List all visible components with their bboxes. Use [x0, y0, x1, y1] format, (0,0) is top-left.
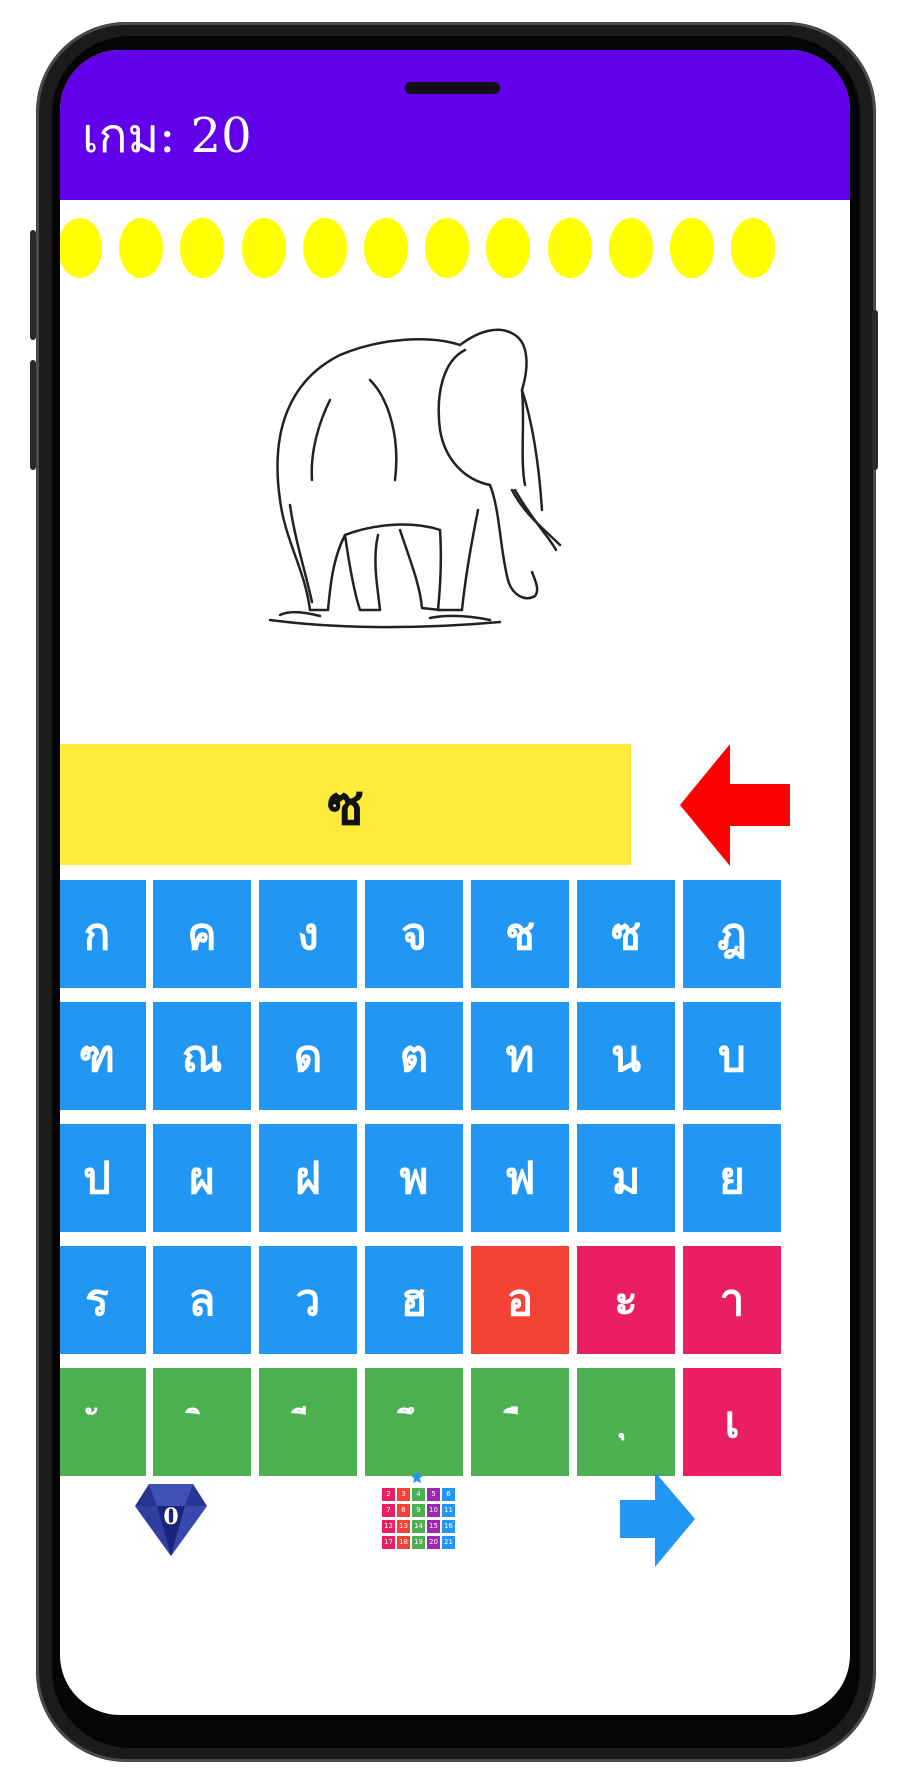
phone-notch: [405, 82, 500, 94]
level-cell: 15: [427, 1520, 440, 1533]
key-letter[interactable]: ณ: [153, 1002, 251, 1110]
level-cell: 12: [382, 1520, 395, 1533]
key-letter[interactable]: ก: [60, 880, 146, 988]
level-cell: 6: [442, 1488, 455, 1501]
key-letter[interactable]: ย: [683, 1124, 781, 1232]
back-arrow-icon[interactable]: [680, 744, 790, 866]
progress-dot: [119, 218, 164, 278]
key-letter[interactable]: ร: [60, 1246, 146, 1354]
key-letter[interactable]: จ: [365, 880, 463, 988]
key-letter[interactable]: ค: [153, 880, 251, 988]
progress-dot: [670, 218, 714, 278]
level-cell: 21: [442, 1536, 455, 1549]
progress-dot: [180, 218, 225, 278]
key-letter[interactable]: บ: [683, 1002, 781, 1110]
key-letter[interactable]: ิ: [153, 1368, 251, 1476]
elephant-picture: [268, 328, 562, 629]
level-cell: 18: [397, 1536, 410, 1549]
gem-button[interactable]: 0: [135, 1478, 207, 1556]
gem-count: 0: [163, 1504, 179, 1530]
level-cell: 19: [412, 1536, 425, 1549]
phone-side-button: [30, 360, 36, 470]
app-screen: เกม: 20 ซ กคงจชซฎฑณดตทนบปผฝพฟมยรลวฮอะาั: [60, 50, 850, 1715]
level-cell: 3: [397, 1488, 410, 1501]
key-letter[interactable]: ื: [471, 1368, 569, 1476]
bottom-toolbar: 0 2 3 4 5 6 7 8 9 10 11 12 13 14 15 16 17 18 19 20 21: [60, 1470, 850, 1580]
level-cell: 20: [427, 1536, 440, 1549]
key-letter[interactable]: ว: [259, 1246, 357, 1354]
level-cell: 2: [382, 1488, 395, 1501]
level-cell: 17: [382, 1536, 395, 1549]
key-letter[interactable]: ี: [259, 1368, 357, 1476]
progress-dot: [241, 218, 286, 278]
key-letter[interactable]: ฝ: [259, 1124, 357, 1232]
key-letter[interactable]: ะ: [577, 1246, 675, 1354]
level-cell: 4: [412, 1488, 425, 1501]
key-letter[interactable]: ต: [365, 1002, 463, 1110]
level-cell: 11: [442, 1504, 455, 1517]
phone-power-button: [872, 310, 878, 470]
progress-dot: [486, 218, 531, 278]
levels-grid-button[interactable]: 2 3 4 5 6 7 8 9 10 11 12 13 14 15 16 17 18 19 20 21: [378, 1470, 456, 1558]
key-letter[interactable]: ฮ: [365, 1246, 463, 1354]
answer-box: ซ: [60, 744, 631, 865]
level-cell: 7: [382, 1504, 395, 1517]
key-letter[interactable]: ล: [153, 1246, 251, 1354]
key-letter[interactable]: ซ: [577, 880, 675, 988]
progress-dot: [425, 218, 470, 278]
progress-dots: [60, 218, 850, 280]
level-cell: 13: [397, 1520, 410, 1533]
level-cell: 5: [427, 1488, 440, 1501]
key-letter[interactable]: ง: [259, 880, 357, 988]
key-letter[interactable]: ป: [60, 1124, 146, 1232]
key-letter[interactable]: ั: [60, 1368, 146, 1476]
key-letter[interactable]: พ: [365, 1124, 463, 1232]
key-letter[interactable]: น: [577, 1002, 675, 1110]
game-number-label: เกม: 20: [82, 108, 252, 164]
progress-dot: [731, 218, 776, 278]
star-icon: [410, 1470, 424, 1484]
key-letter[interactable]: ช: [471, 880, 569, 988]
top-bar: เกม: 20: [60, 50, 850, 200]
level-cell: 10: [427, 1504, 440, 1517]
key-letter[interactable]: ฟ: [471, 1124, 569, 1232]
next-arrow-icon[interactable]: [620, 1472, 695, 1567]
key-letter[interactable]: ฑ: [60, 1002, 146, 1110]
key-letter[interactable]: ึ: [365, 1368, 463, 1476]
key-letter[interactable]: ผ: [153, 1124, 251, 1232]
phone-side-button: [30, 230, 36, 340]
key-letter[interactable]: า: [683, 1246, 781, 1354]
progress-dot: [302, 218, 347, 278]
progress-dot: [608, 218, 653, 278]
key-letter[interactable]: อ: [471, 1246, 569, 1354]
progress-dot: [60, 218, 102, 278]
level-cell: 9: [412, 1504, 425, 1517]
level-cell: 16: [442, 1520, 455, 1533]
level-cell: 14: [412, 1520, 425, 1533]
progress-dot: [547, 218, 592, 278]
progress-dot: [364, 218, 408, 278]
key-letter[interactable]: ฎ: [683, 880, 781, 988]
key-letter[interactable]: เ: [683, 1368, 781, 1476]
key-letter[interactable]: ท: [471, 1002, 569, 1110]
level-cell: 8: [397, 1504, 410, 1517]
key-letter[interactable]: ุ: [577, 1368, 675, 1476]
key-letter[interactable]: ด: [259, 1002, 357, 1110]
key-letter[interactable]: ม: [577, 1124, 675, 1232]
